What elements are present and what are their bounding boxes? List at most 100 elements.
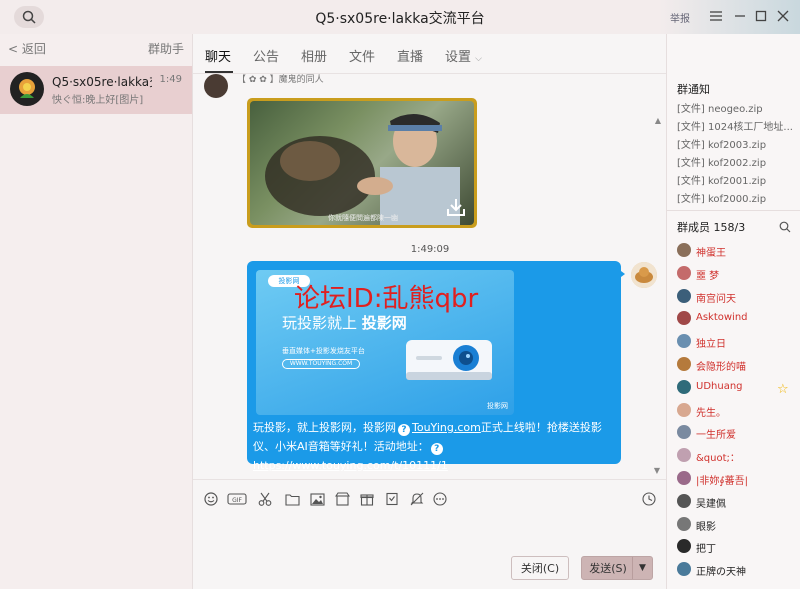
member-item[interactable]: &quot;： (677, 447, 797, 465)
member-name: |非妳∮蕃吾| (696, 476, 748, 487)
member-item[interactable]: Asktowind (677, 310, 797, 328)
file-item[interactable]: [文件] kof2003.zip (677, 136, 766, 151)
close-button[interactable]: 关闭(C) (511, 556, 569, 580)
member-avatar (677, 357, 691, 371)
send-button[interactable]: 发送(S) ▼ (581, 556, 653, 580)
group-info-panel: 群通知 [文件] neogeo.zip [文件] 1024核工厂地址... [文… (666, 34, 800, 589)
promo-headline: 玩投影就上 投影网 (282, 312, 407, 333)
maximize-button[interactable] (751, 6, 771, 26)
input-toolbar: GIF (193, 479, 667, 515)
member-item[interactable]: 正牌の天神 (677, 561, 797, 579)
member-avatar (677, 334, 691, 349)
member-item[interactable]: 神蛋王 (677, 242, 797, 260)
image-message[interactable]: 你就隨便問遍都陳一幽 (247, 98, 477, 228)
member-avatar (677, 562, 691, 577)
send-image-button[interactable] (309, 491, 325, 507)
scroll-down-button[interactable]: ▼ (654, 466, 660, 475)
file-item[interactable]: [文件] kof2002.zip (677, 154, 766, 169)
member-item[interactable]: 把丁 (677, 538, 797, 556)
conversation-time: 1:49 (159, 74, 182, 85)
member-avatar (677, 379, 691, 394)
member-item[interactable]: 吴建佩 (677, 493, 797, 511)
file-item[interactable]: [文件] kof2001.zip (677, 172, 766, 187)
member-name: 正牌の天神 (696, 567, 746, 579)
promo-image[interactable]: 投影网 论坛ID:乱熊qbr 玩投影就上 投影网 垂直媒体+投影发烧友平台 WW… (256, 270, 514, 415)
group-avatar (10, 72, 44, 106)
tab-chat[interactable]: 聊天 (205, 46, 231, 65)
download-button[interactable] (446, 197, 466, 217)
group-helper-button[interactable]: 群助手 (148, 40, 184, 57)
member-item[interactable]: 眼影 (677, 516, 797, 534)
tab-settings[interactable]: 设置 ⌵ (445, 46, 482, 65)
member-avatar (677, 539, 691, 554)
gift-icon (360, 494, 374, 506)
close-window-button[interactable] (773, 6, 793, 26)
tab-album[interactable]: 相册 (301, 46, 327, 65)
tab-live[interactable]: 直播 (397, 46, 423, 65)
members-title: 群成员 158/3 (677, 221, 746, 234)
history-button[interactable] (641, 491, 657, 507)
tab-files[interactable]: 文件 (349, 46, 375, 65)
scissors-icon (258, 492, 272, 506)
back-label: 返回 (21, 42, 46, 56)
conversation-title: Q5·sx05re·lakka交 (52, 75, 152, 89)
member-name: UDhuang (696, 380, 743, 392)
sender-avatar[interactable] (204, 74, 228, 98)
report-link[interactable]: 举报 (670, 10, 690, 25)
member-item[interactable]: 一生所爱 (677, 424, 797, 442)
more-tools-button[interactable] (432, 491, 448, 507)
vote-icon (386, 492, 398, 506)
promo-headline-brand: 投影网 (361, 314, 407, 332)
screenshot-button[interactable] (257, 491, 273, 507)
emoji-icon (204, 492, 218, 506)
message-input[interactable] (201, 518, 659, 550)
emoji-button[interactable] (203, 491, 219, 507)
bell-icon (410, 492, 424, 506)
send-options-button[interactable]: ▼ (632, 557, 652, 579)
member-item[interactable]: |非妳∮蕃吾| (677, 470, 797, 488)
member-search-button[interactable] (779, 221, 793, 235)
group-notice-title: 群通知 (677, 83, 710, 96)
vote-button[interactable] (384, 491, 400, 507)
member-item[interactable]: 独立日 (677, 333, 797, 351)
tab-announcement[interactable]: 公告 (253, 46, 279, 65)
minimize-button[interactable] (730, 6, 750, 26)
conversation-item[interactable]: Q5·sx05re·lakka交 1:49 怏ぐ恒:晚上好[图片] (0, 66, 192, 114)
gif-button[interactable]: GIF (227, 491, 247, 507)
self-avatar[interactable] (631, 262, 657, 288)
back-button[interactable]: < 返回 (8, 40, 46, 57)
member-item[interactable]: 会隐形的喵 (677, 356, 797, 374)
member-item[interactable]: 先生。 (677, 402, 797, 420)
member-avatar (677, 516, 691, 531)
member-avatar (677, 402, 691, 417)
scroll-up-button[interactable]: ▲ (655, 116, 661, 125)
gift-button[interactable] (359, 491, 375, 507)
member-name: 独立日 (696, 339, 726, 351)
download-icon (447, 199, 465, 216)
promo-corner-logo: 投影网 (487, 402, 508, 410)
member-name: 会隐形的喵 (696, 362, 746, 373)
message-bubble[interactable]: 投影网 论坛ID:乱熊qbr 玩投影就上 投影网 垂直媒体+投影发烧友平台 WW… (247, 261, 621, 472)
mute-button[interactable] (409, 491, 425, 507)
member-item[interactable]: 噩 梦 (677, 265, 797, 283)
file-item[interactable]: [文件] kof2000.zip (677, 190, 766, 205)
tab-settings-label: 设置 (445, 50, 472, 65)
clock-icon (642, 492, 656, 506)
send-label: 发送(S) (589, 562, 627, 575)
member-avatar (677, 448, 691, 463)
member-name: 神蛋王 (696, 248, 726, 259)
member-avatar (677, 243, 691, 257)
promo-headline-prefix: 玩投影就上 (282, 314, 358, 332)
member-avatar (677, 471, 691, 485)
activity-link[interactable]: https://www.touying.com/t/10111/1 (253, 459, 448, 472)
image-caption: 你就隨便問遍都陳一幽 (328, 214, 398, 222)
touying-link[interactable]: TouYing.com (412, 421, 481, 434)
member-item[interactable]: 南宫问天 (677, 288, 797, 306)
file-item[interactable]: [文件] neogeo.zip (677, 100, 763, 115)
file-item[interactable]: [文件] 1024核工厂地址... (677, 118, 793, 133)
projector-icon (406, 340, 492, 380)
divider (667, 210, 800, 211)
send-file-button[interactable] (284, 491, 300, 507)
red-packet-button[interactable] (334, 491, 350, 507)
window-menu-button[interactable] (706, 6, 726, 26)
